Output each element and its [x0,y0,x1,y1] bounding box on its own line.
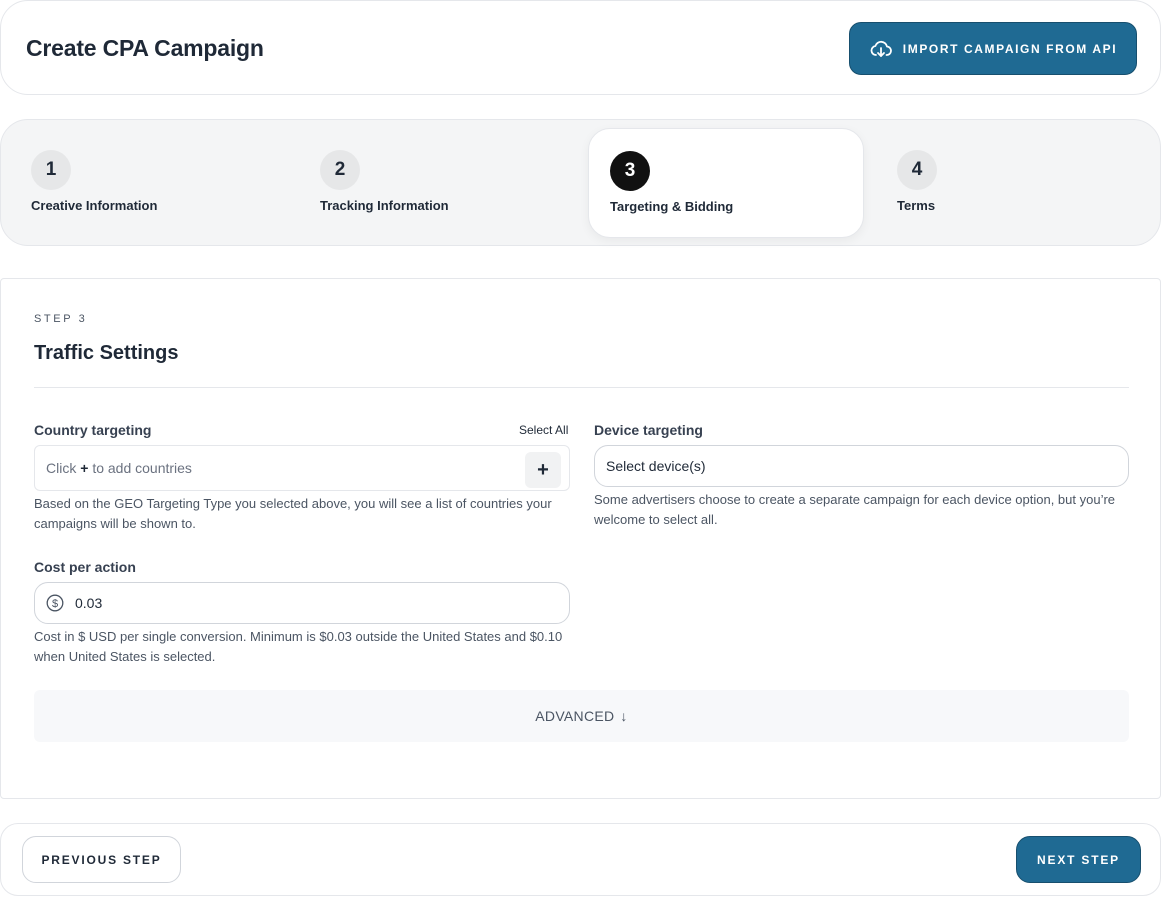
step-number: 2 [320,150,360,190]
country-placeholder: Click + to add countries [46,460,192,476]
device-select[interactable]: Select device(s) [594,445,1129,487]
country-help-text: Based on the GEO Targeting Type you sele… [34,496,552,531]
dollar-icon: $ [46,594,64,612]
step-label: Creative Information [31,198,158,213]
traffic-settings-panel: STEP 3 Traffic Settings Country targetin… [0,278,1161,799]
cost-per-action-label: Cost per action [34,559,136,575]
stepper: 1 Creative Information 2 Tracking Inform… [0,119,1161,246]
step-targeting-bidding[interactable]: 3 Targeting & Bidding [588,128,864,238]
arrow-down-icon: ↓ [620,708,628,724]
select-all-link[interactable]: Select All [519,423,568,437]
step-number: 3 [610,151,650,191]
country-targeting-label: Country targeting [34,422,152,438]
step-number: 1 [31,150,71,190]
import-campaign-button[interactable]: IMPORT CAMPAIGN FROM API [849,22,1137,75]
add-country-button[interactable]: + [525,452,561,488]
svg-text:$: $ [52,598,58,610]
page-header: Create CPA Campaign IMPORT CAMPAIGN FROM… [0,0,1161,95]
step-tracking-information[interactable]: 2 Tracking Information [299,128,575,238]
country-picker[interactable]: Click + to add countries + [34,445,570,491]
section-title: Traffic Settings [34,342,179,364]
step-number: 4 [897,150,937,190]
divider [34,387,1129,388]
cost-per-action-value: 0.03 [75,595,103,611]
step-creative-information[interactable]: 1 Creative Information [10,128,286,238]
next-step-button[interactable]: NEXT STEP [1016,836,1141,883]
step-terms[interactable]: 4 Terms [876,128,1152,238]
wizard-footer: PREVIOUS STEP NEXT STEP [0,823,1161,896]
previous-step-button[interactable]: PREVIOUS STEP [22,836,181,883]
step-label: Terms [897,198,936,213]
step-kicker: STEP 3 [34,313,88,325]
advanced-toggle[interactable]: ADVANCED ↓ [34,690,1129,742]
cpa-help-text: Cost in $ USD per single conversion. Min… [34,629,563,664]
advanced-label: ADVANCED [535,708,615,724]
page-title: Create CPA Campaign [26,35,264,61]
device-targeting-label: Device targeting [594,422,703,438]
import-campaign-label: IMPORT CAMPAIGN FROM API [902,41,1118,56]
step-label: Targeting & Bidding [610,199,734,214]
cloud-download-icon [870,40,892,57]
device-help-text: Some advertisers choose to create a sepa… [594,492,1116,527]
step-label: Tracking Information [320,198,449,213]
cost-per-action-input[interactable]: $ 0.03 [34,582,570,624]
